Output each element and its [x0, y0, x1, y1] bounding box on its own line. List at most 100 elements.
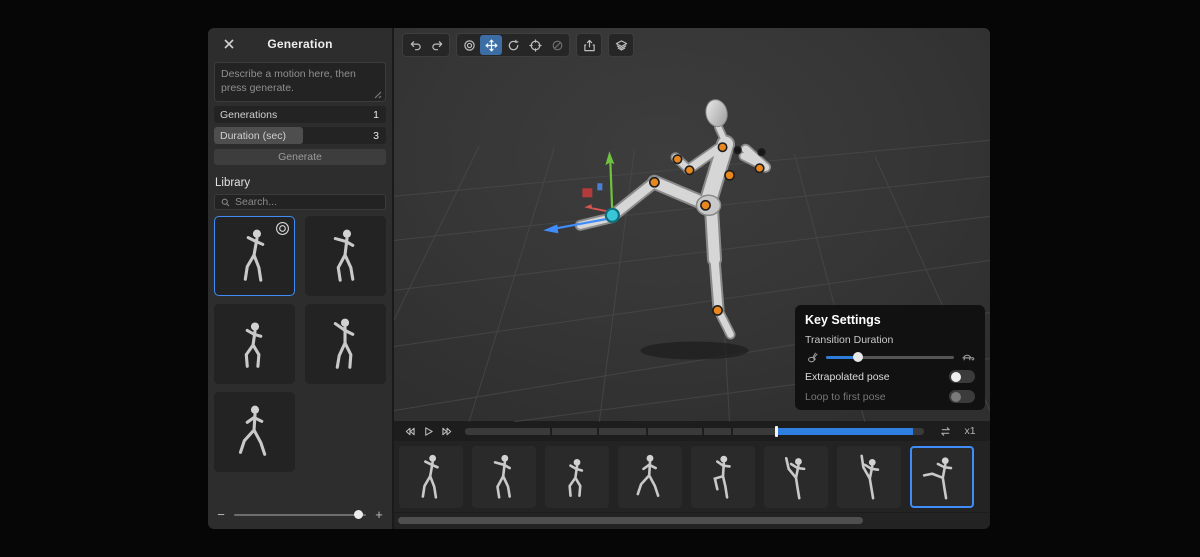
- resize-grip-icon[interactable]: [374, 90, 382, 99]
- motion-thumbnail: [243, 228, 264, 282]
- playback-bar: x1: [394, 421, 990, 441]
- duration-label: Duration (sec): [220, 129, 286, 142]
- zoom-slider-thumb[interactable]: [354, 510, 364, 519]
- prompt-input[interactable]: Describe a motion here, then press gener…: [214, 62, 386, 102]
- frame-thumbnail: [784, 456, 806, 499]
- timeline-frame[interactable]: [691, 445, 755, 508]
- generations-field[interactable]: Generations 1: [214, 106, 386, 123]
- timeline-segment-divider: [549, 427, 552, 435]
- timeline-playhead[interactable]: [774, 425, 778, 437]
- timeline-frame[interactable]: [618, 445, 682, 508]
- play-button[interactable]: [421, 424, 436, 439]
- library-grid: [214, 216, 386, 472]
- move-tool-icon[interactable]: [480, 35, 502, 55]
- search-input[interactable]: Search...: [214, 194, 386, 210]
- disabled-tool-icon: [546, 35, 568, 55]
- timeline-hscroll-thumb[interactable]: [398, 517, 863, 524]
- timeline-frame[interactable]: [764, 445, 828, 508]
- zoom-slider[interactable]: [234, 510, 366, 519]
- app-window: Generation Describe a motion here, then …: [208, 28, 990, 529]
- history-tool-group: [402, 33, 450, 57]
- generation-panel-header: Generation: [214, 28, 386, 60]
- extrapolated-pose-label: Extrapolated pose: [805, 370, 890, 383]
- frame-thumbnail: [493, 453, 511, 499]
- frame-thumbnail: [568, 457, 584, 497]
- fast-forward-button[interactable]: [440, 424, 455, 439]
- timeline-progress: [774, 427, 913, 435]
- timeline-segment-divider: [701, 427, 704, 435]
- gizmo-blue-plane-handle[interactable]: [597, 183, 603, 191]
- timeline-frame[interactable]: [399, 445, 463, 508]
- timeline-hscrollbar[interactable]: [394, 512, 990, 529]
- timeline-frame[interactable]: [545, 445, 609, 508]
- close-icon[interactable]: [222, 37, 236, 51]
- duration-field[interactable]: Duration (sec) 3: [214, 127, 386, 144]
- transition-slider-thumb[interactable]: [853, 352, 863, 362]
- key-settings-panel: Key Settings Transition Duration Extrapo…: [795, 305, 985, 410]
- timeline-segment-divider: [730, 427, 733, 435]
- transition-duration-slider[interactable]: [826, 352, 954, 362]
- library-item[interactable]: [214, 216, 295, 296]
- undo-icon[interactable]: [404, 35, 426, 55]
- loop-first-pose-label: Loop to first pose: [805, 390, 886, 403]
- record-badge-icon: [275, 221, 290, 236]
- export-tool-group: [576, 33, 602, 57]
- loop-first-pose-toggle[interactable]: [949, 390, 975, 403]
- transform-tool-group: [456, 33, 570, 57]
- frame-thumbnail: [713, 453, 731, 499]
- frame-thumbnail: [636, 453, 660, 497]
- transition-duration-label: Transition Duration: [805, 334, 894, 346]
- viewport-3d[interactable]: Key Settings Transition Duration Extrapo…: [394, 28, 990, 422]
- character-shadow: [640, 341, 749, 360]
- viewport-column: Key Settings Transition Duration Extrapo…: [394, 28, 990, 529]
- motion-thumbnail: [238, 404, 266, 456]
- rabbit-icon: [808, 352, 818, 363]
- timeline-segment-divider: [645, 427, 648, 435]
- motion-thumbnail: [244, 320, 262, 368]
- record-keyframe-icon[interactable]: [458, 35, 480, 55]
- rotate-tool-icon[interactable]: [502, 35, 524, 55]
- selected-joint[interactable]: [604, 207, 620, 223]
- transition-duration-slider-row: [805, 351, 975, 363]
- gizmo-red-plane-handle[interactable]: [582, 188, 593, 198]
- extrapolated-pose-toggle[interactable]: [949, 370, 975, 383]
- library-title: Library: [215, 177, 251, 189]
- generate-button[interactable]: Generate: [214, 149, 386, 165]
- zoom-in-button[interactable]: +: [374, 508, 384, 521]
- frames-strip: [394, 441, 990, 512]
- rewind-button[interactable]: [402, 424, 417, 439]
- timeline-frame[interactable]: [837, 445, 901, 508]
- search-icon: [221, 198, 230, 206]
- playback-speed[interactable]: x1: [958, 425, 982, 437]
- redo-icon[interactable]: [426, 35, 448, 55]
- timeline-scrubber[interactable]: [465, 425, 924, 437]
- key-settings-title: Key Settings: [805, 313, 881, 327]
- library-item[interactable]: [214, 392, 295, 472]
- duration-value: 3: [373, 129, 379, 142]
- search-placeholder: Search...: [235, 196, 278, 208]
- timeline-frame[interactable]: [472, 445, 536, 508]
- frame-thumbnail: [860, 454, 880, 499]
- generation-panel: Generation Describe a motion here, then …: [208, 28, 394, 529]
- library-item[interactable]: [214, 304, 295, 384]
- library-item[interactable]: [305, 216, 386, 296]
- pivot-target-icon[interactable]: [524, 35, 546, 55]
- panel-title: Generation: [267, 37, 333, 51]
- gizmo-y-axis[interactable]: [609, 162, 614, 215]
- motion-thumbnail: [333, 317, 354, 369]
- layers-icon[interactable]: [610, 35, 632, 55]
- timeline-frame[interactable]: [910, 445, 974, 508]
- loop-first-pose-row: Loop to first pose: [805, 390, 975, 403]
- turtle-icon: [962, 354, 975, 361]
- timeline-segment-divider: [597, 427, 600, 435]
- viewport-toolbar: [402, 33, 634, 57]
- library-zoom-control: − +: [216, 508, 384, 521]
- prompt-placeholder: Describe a motion here, then press gener…: [221, 68, 356, 94]
- export-icon[interactable]: [578, 35, 600, 55]
- loop-toggle-icon[interactable]: [936, 423, 954, 439]
- zoom-out-button[interactable]: −: [216, 508, 226, 521]
- generations-value: 1: [373, 108, 379, 121]
- library-item[interactable]: [305, 304, 386, 384]
- layers-tool-group: [608, 33, 634, 57]
- motion-thumbnail: [333, 228, 354, 282]
